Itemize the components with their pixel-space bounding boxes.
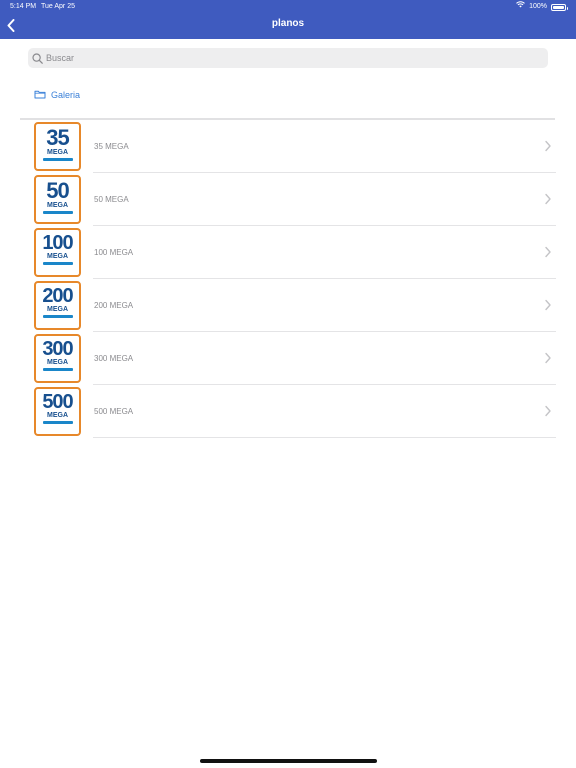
plan-thumbnail-band — [42, 158, 73, 161]
chevron-right-icon — [545, 140, 551, 152]
list-item[interactable]: 200 MEGA 200 MEGA — [20, 279, 556, 332]
list-item[interactable]: 35 MEGA 35 MEGA — [20, 120, 556, 173]
search-icon — [32, 52, 44, 64]
plan-thumbnail-number: 50 — [46, 178, 70, 203]
list-item-label: 100 MEGA — [94, 248, 134, 257]
chevron-right-icon — [545, 246, 551, 258]
plan-list: 35 MEGA 35 MEGA 50 MEGA 50 MEGA 100 MEGA… — [20, 120, 556, 438]
chevron-right-icon — [545, 193, 551, 205]
plan-thumbnail-band — [42, 421, 73, 424]
gallery-link[interactable]: Galeria — [34, 89, 80, 101]
page-title: planos — [271, 18, 305, 29]
home-indicator[interactable] — [200, 759, 377, 763]
search-bar[interactable] — [28, 48, 548, 68]
list-item-label: 50 MEGA — [94, 195, 129, 204]
plan-thumbnail-band — [42, 315, 73, 318]
plan-thumbnail-band — [42, 368, 73, 371]
plan-thumbnail-number: 200 — [42, 285, 73, 307]
plan-thumbnail-badge: MEGA — [47, 306, 68, 313]
plan-thumbnail-number: 500 — [42, 391, 73, 413]
list-item[interactable]: 50 MEGA 50 MEGA — [20, 173, 556, 226]
plan-thumbnail: 50 MEGA — [34, 175, 81, 224]
plan-thumbnail: 200 MEGA — [34, 281, 81, 330]
battery-percent: 100% — [529, 3, 547, 10]
list-item-label: 200 MEGA — [94, 301, 134, 310]
search-input[interactable] — [46, 53, 536, 63]
plan-thumbnail-badge: MEGA — [47, 253, 68, 260]
status-time: 5:14 PM — [10, 3, 37, 10]
plan-thumbnail-band — [42, 211, 73, 214]
status-bar: 5:14 PM Tue Apr 25 100% — [0, 0, 576, 14]
plan-thumbnail-badge: MEGA — [47, 149, 68, 156]
plan-thumbnail: 300 MEGA — [34, 334, 81, 383]
chevron-right-icon — [545, 405, 551, 417]
plan-thumbnail: 100 MEGA — [34, 228, 81, 277]
plan-thumbnail-badge: MEGA — [47, 202, 68, 209]
battery-icon — [551, 3, 568, 11]
navigation-bar: 5:14 PM Tue Apr 25 100% planos — [0, 0, 576, 39]
list-item[interactable]: 500 MEGA 500 MEGA — [20, 385, 556, 438]
status-indicators: 100% — [516, 0, 568, 14]
chevron-right-icon — [545, 299, 551, 311]
list-item-label: 300 MEGA — [94, 354, 134, 363]
chevron-right-icon — [545, 352, 551, 364]
list-item[interactable]: 100 MEGA 100 MEGA — [20, 226, 556, 279]
list-item-label: 35 MEGA — [94, 142, 129, 151]
list-item-label: 500 MEGA — [94, 407, 134, 416]
status-date: Tue Apr 25 — [41, 3, 75, 10]
plan-thumbnail: 35 MEGA — [34, 122, 81, 171]
wifi-icon — [516, 0, 525, 14]
gallery-label: Galeria — [51, 90, 81, 100]
plan-thumbnail-number: 300 — [42, 338, 73, 360]
plan-thumbnail-number: 100 — [42, 232, 73, 254]
plan-thumbnail: 500 MEGA — [34, 387, 81, 436]
plan-thumbnail-badge: MEGA — [47, 359, 68, 366]
plan-thumbnail-band — [42, 262, 73, 265]
plan-thumbnail-badge: MEGA — [47, 412, 68, 419]
folder-icon — [34, 89, 46, 101]
plan-thumbnail-number: 35 — [46, 125, 70, 150]
list-item[interactable]: 300 MEGA 300 MEGA — [20, 332, 556, 385]
